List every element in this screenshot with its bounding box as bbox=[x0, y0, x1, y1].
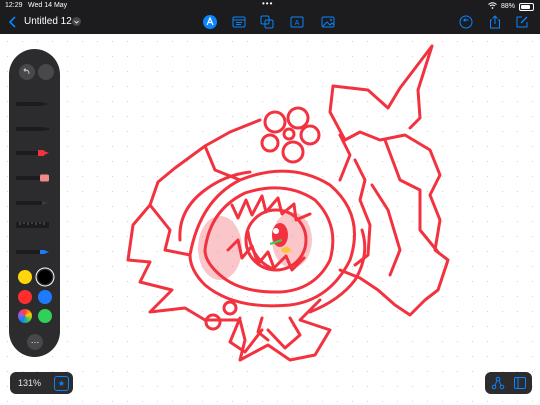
lasso-tool[interactable] bbox=[16, 199, 50, 207]
undo-button[interactable] bbox=[19, 64, 35, 80]
ruler-tool[interactable] bbox=[16, 221, 50, 229]
swatch-black-selected[interactable] bbox=[38, 270, 52, 284]
zoom-control[interactable]: 131% ★ bbox=[10, 372, 73, 394]
swatch-green[interactable] bbox=[38, 309, 52, 323]
nodes-icon[interactable] bbox=[491, 376, 505, 395]
swatch-blue[interactable] bbox=[38, 290, 52, 304]
brush-tool[interactable] bbox=[16, 149, 50, 157]
bottom-right-controls bbox=[485, 372, 532, 394]
redo-button[interactable] bbox=[38, 64, 54, 80]
pen-tool[interactable] bbox=[16, 100, 50, 108]
tool-palette: … bbox=[9, 49, 60, 357]
rose-eye-drawing bbox=[126, 44, 450, 362]
more-options-button[interactable]: … bbox=[27, 334, 43, 350]
eraser-tool[interactable] bbox=[16, 174, 50, 182]
favorite-star-icon[interactable]: ★ bbox=[54, 376, 69, 391]
swatch-yellow[interactable] bbox=[18, 270, 32, 284]
swatch-red[interactable] bbox=[18, 290, 32, 304]
zoom-level: 131% bbox=[18, 378, 42, 388]
page-thumbnails-icon[interactable] bbox=[513, 376, 527, 395]
marker-tool[interactable] bbox=[16, 125, 50, 133]
color-picker-icon[interactable] bbox=[18, 309, 32, 323]
pencil-tool[interactable] bbox=[16, 248, 50, 256]
